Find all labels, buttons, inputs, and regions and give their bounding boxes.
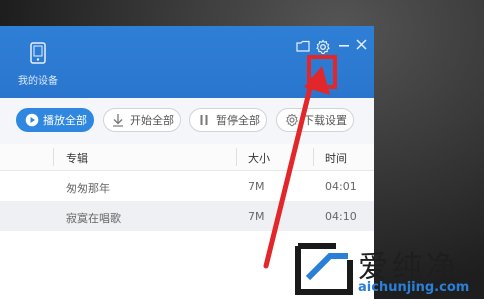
watermark-logo (295, 243, 353, 295)
site-watermark: 爱纯净 aichunjing.com (292, 238, 484, 299)
watermark-url: aichunjing.com (358, 280, 470, 295)
